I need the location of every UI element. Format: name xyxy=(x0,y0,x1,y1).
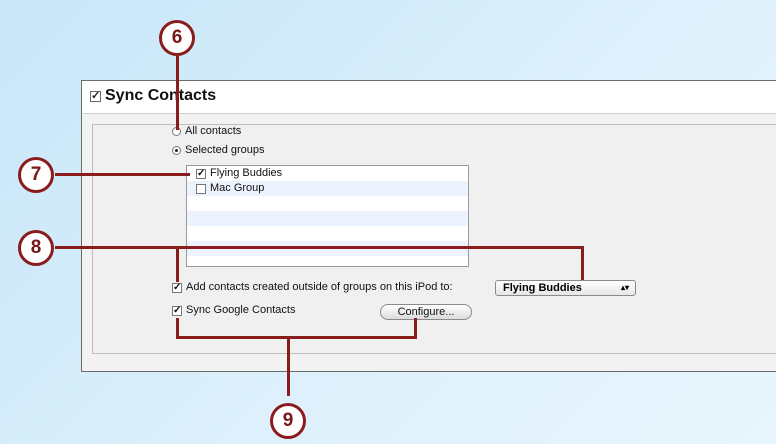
sync-google-checkbox[interactable]: ✓ xyxy=(172,306,182,316)
callout-8-left-drop xyxy=(176,246,179,282)
list-item xyxy=(187,256,468,266)
callout-6-line xyxy=(176,56,179,130)
callout-8-right-drop xyxy=(581,246,584,280)
panel-header: ✓ Sync Contacts xyxy=(82,81,776,114)
selected-groups-radio[interactable] xyxy=(172,146,181,155)
list-item[interactable]: Mac Group xyxy=(187,181,468,196)
group-label: Mac Group xyxy=(210,182,265,194)
callout-7-line xyxy=(55,173,190,176)
callout-9-stem xyxy=(287,336,290,396)
list-item xyxy=(187,226,468,241)
callout-9: 9 xyxy=(270,403,306,439)
target-group-select[interactable]: Flying Buddies ▴▾ xyxy=(495,280,636,296)
sync-contacts-checkbox[interactable]: ✓ xyxy=(90,91,101,102)
add-outside-label: Add contacts created outside of groups o… xyxy=(186,281,453,293)
callout-9-left-rise xyxy=(176,318,179,338)
callout-8-line xyxy=(55,246,583,249)
list-item xyxy=(187,211,468,226)
list-item xyxy=(187,196,468,211)
sync-google-label: Sync Google Contacts xyxy=(186,304,296,316)
select-arrows-icon: ▴▾ xyxy=(620,283,629,292)
target-group-value: Flying Buddies xyxy=(503,282,582,294)
selected-groups-label: Selected groups xyxy=(185,144,265,156)
add-outside-checkbox[interactable]: ✓ xyxy=(172,283,182,293)
group-checkbox[interactable] xyxy=(196,184,206,194)
callout-9-right-rise xyxy=(414,318,417,338)
callout-6: 6 xyxy=(159,20,195,56)
group-checkbox[interactable]: ✓ xyxy=(196,169,206,179)
all-contacts-label: All contacts xyxy=(185,125,242,137)
panel-title: Sync Contacts xyxy=(105,87,217,104)
callout-8: 8 xyxy=(18,230,54,266)
group-label: Flying Buddies xyxy=(210,167,283,179)
callout-9-bracket xyxy=(176,336,417,339)
callout-7: 7 xyxy=(18,157,54,193)
configure-button[interactable]: Configure... xyxy=(380,304,472,320)
groups-list[interactable]: ✓ Flying Buddies Mac Group xyxy=(186,165,469,267)
list-item[interactable]: ✓ Flying Buddies xyxy=(187,166,468,181)
